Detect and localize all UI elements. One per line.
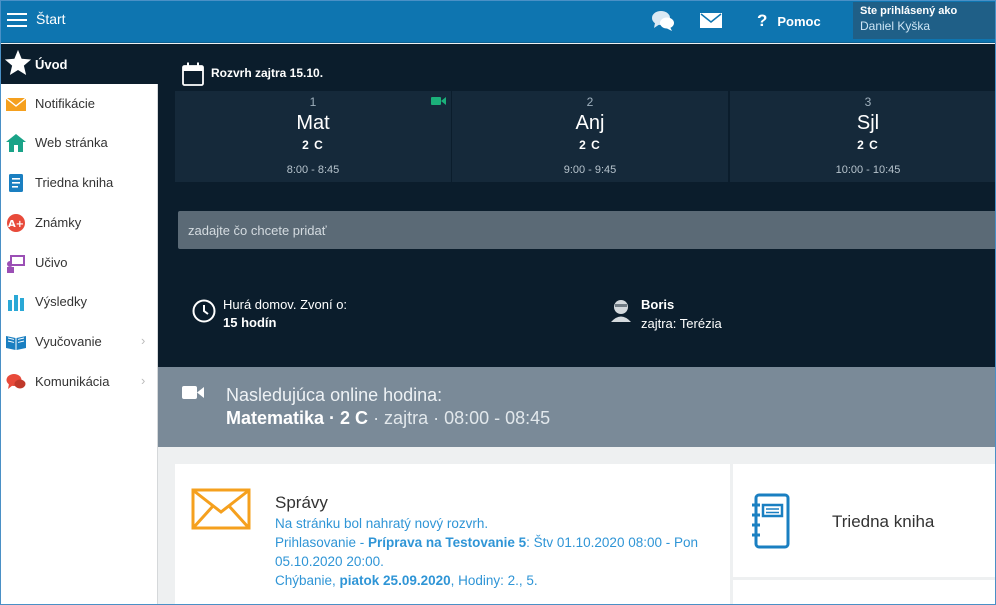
sidebar: Úvod Notifikácie Web stránka Triedna kni… <box>1 44 158 604</box>
message-item[interactable]: Chýbanie, piatok 25.09.2020, Hodiny: 2.,… <box>275 571 725 590</box>
message-text: , Hodiny: 2., 5. <box>450 573 538 588</box>
notebook-icon <box>752 493 790 549</box>
lesson-time: 10:00 - 10:45 <box>835 164 901 176</box>
class-book-title: Triedna kniha <box>832 512 935 531</box>
message-text: Prihlasovanie - <box>275 535 369 550</box>
bell-value: 15 hodín <box>223 315 277 330</box>
next-card <box>733 580 995 604</box>
person-icon <box>611 300 631 322</box>
help-label: Pomoc <box>777 14 821 29</box>
lesson-card[interactable]: 2 Anj 2 C 9:00 - 9:45 <box>452 91 728 182</box>
lesson-class: 2 C <box>857 138 879 152</box>
app-title: Štart <box>36 11 66 27</box>
sidebar-item-label: Notifikácie <box>35 96 95 111</box>
messages-title[interactable]: Správy <box>275 493 328 513</box>
lesson-number: 1 <box>309 95 317 109</box>
sidebar-item-label: Triedna kniha <box>35 175 114 190</box>
online-lesson-subject: Matematika · 2 C <box>226 408 369 428</box>
sidebar-item-triedna-kniha[interactable]: Triedna kniha <box>1 163 158 202</box>
book-open-icon <box>6 336 26 350</box>
sidebar-item-znamky[interactable]: A+ Známky <box>1 203 158 242</box>
chat-bubbles-icon <box>6 374 26 389</box>
sidebar-item-vyucovanie[interactable]: Vyučovanie › <box>1 322 158 361</box>
nameday-tomorrow: zajtra: Terézia <box>641 316 722 331</box>
mail-icon[interactable] <box>700 13 722 28</box>
bell-info: Hurá domov. Zvoní o: 15 hodín <box>223 296 347 332</box>
message-item[interactable]: Na stránku bol nahratý nový rozvrh. <box>275 514 725 533</box>
chevron-right-icon: › <box>141 373 146 388</box>
online-lesson-time: · zajtra · 08:00 - 08:45 <box>368 408 551 428</box>
envelope-icon <box>6 97 26 111</box>
video-camera-icon <box>431 97 446 105</box>
lesson-subject: Anj <box>575 112 605 134</box>
bell-label: Hurá domov. Zvoní o: <box>223 297 348 312</box>
svg-text:A+: A+ <box>8 219 24 230</box>
lesson-class: 2 C <box>579 138 601 152</box>
lesson-number: 3 <box>864 95 872 109</box>
lesson-time: 9:00 - 9:45 <box>563 164 617 176</box>
help-icon: ? <box>757 11 768 30</box>
sidebar-item-label: Komunikácia <box>35 374 110 389</box>
online-lesson-bar[interactable]: Nasledujúca online hodina: Matematika · … <box>158 367 995 447</box>
online-lesson-details: Matematika · 2 C · zajtra · 08:00 - 08:4… <box>226 408 550 429</box>
user-box[interactable]: Ste prihlásený ako Daniel Kyška <box>853 2 995 39</box>
lesson-number: 2 <box>586 95 594 109</box>
lesson-subject: Sjl <box>856 112 880 134</box>
video-camera-icon <box>182 386 204 399</box>
message-text: Chýbanie, <box>275 573 340 588</box>
online-lesson-label: Nasledujúca online hodina: <box>226 385 443 405</box>
lesson-card[interactable]: 3 Sjl 2 C 10:00 - 10:45 <box>730 91 995 182</box>
teaching-icon <box>7 255 25 273</box>
sidebar-item-label: Úvod <box>35 57 68 72</box>
house-icon <box>6 134 26 152</box>
notebook-icon <box>9 174 23 192</box>
sidebar-item-label: Vyučovanie <box>35 334 102 349</box>
sidebar-item-notifikacie[interactable]: Notifikácie <box>1 84 158 123</box>
lesson-card[interactable]: 1 Mat 2 C 8:00 - 8:45 <box>175 91 451 182</box>
calendar-icon <box>182 62 204 86</box>
clock-icon <box>192 299 216 323</box>
messages-card: Správy Na stránku bol nahratý nový rozvr… <box>175 464 730 604</box>
sidebar-item-label: Učivo <box>35 255 68 270</box>
message-link[interactable]: piatok 25.09.2020 <box>340 573 451 588</box>
menu-icon[interactable] <box>7 12 27 28</box>
lesson-subject: Mat <box>296 112 330 134</box>
nameday-name: Boris <box>641 297 675 312</box>
sidebar-item-label: Známky <box>35 215 82 230</box>
user-label: Ste prihlásený ako <box>860 5 958 17</box>
top-bar: Štart ? Pomoc Ste prihlásený ako Daniel K… <box>1 1 995 43</box>
dashboard-header: Rozvrh zajtra 15.10. 1 Mat 2 C 8:00 - 8:… <box>158 44 995 367</box>
chevron-right-icon: › <box>141 333 146 348</box>
grades-icon: A+ <box>7 214 25 232</box>
sidebar-item-web-stranka[interactable]: Web stránka <box>1 123 158 162</box>
message-item[interactable]: Prihlasovanie - Príprava na Testovanie 5… <box>275 533 725 571</box>
user-name: Daniel Kyška <box>860 19 931 33</box>
message-link[interactable]: Príprava na Testovanie 5 <box>368 535 526 550</box>
bar-chart-icon <box>8 295 24 311</box>
lesson-class: 2 C <box>302 138 324 152</box>
add-input[interactable] <box>178 211 995 249</box>
schedule-title: Rozvrh zajtra 15.10. <box>211 66 324 80</box>
envelope-icon <box>191 488 251 530</box>
messages-list: Na stránku bol nahratý nový rozvrh. Prih… <box>275 514 725 590</box>
app-window: Štart ? Pomoc Ste prihlásený ako Daniel K… <box>0 0 996 605</box>
sidebar-item-ucivo[interactable]: Učivo <box>1 243 158 282</box>
sidebar-item-label: Výsledky <box>35 294 88 309</box>
sidebar-item-uvod[interactable]: Úvod <box>1 44 158 84</box>
class-book-card[interactable]: Triedna kniha <box>733 464 995 577</box>
nameday-info: Boris zajtra: Terézia <box>641 295 722 333</box>
sidebar-item-vysledky[interactable]: Výsledky <box>1 282 158 321</box>
lesson-time: 8:00 - 8:45 <box>286 164 340 176</box>
chat-icon[interactable] <box>651 10 675 32</box>
sidebar-item-label: Web stránka <box>35 135 108 150</box>
star-icon <box>4 49 32 75</box>
sidebar-item-komunikacia[interactable]: Komunikácia › <box>1 362 158 401</box>
help-button[interactable]: ? Pomoc <box>757 11 821 31</box>
